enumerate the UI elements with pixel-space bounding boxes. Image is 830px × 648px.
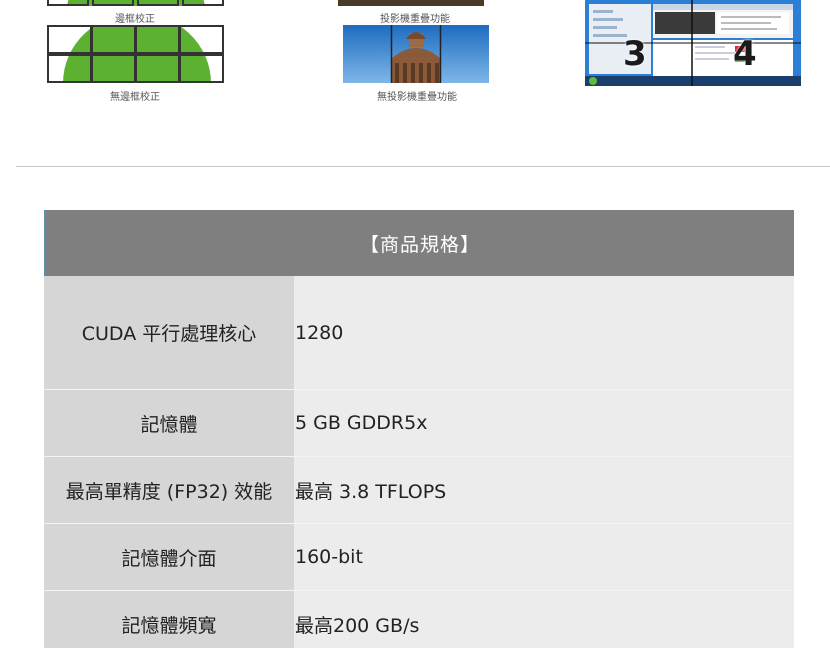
multi-screen-desktop-image: 3 4 bbox=[585, 0, 801, 86]
spec-label: 記憶體 bbox=[44, 390, 294, 456]
screen-number-4: 4 bbox=[733, 34, 757, 74]
spec-label: 記憶體頻寬 bbox=[44, 591, 294, 648]
spec-row-memory: 記憶體 5 GB GDDR5x bbox=[44, 389, 794, 456]
spec-row-fp32-performance: 最高單精度 (FP32) 效能 最高 3.8 TFLOPS bbox=[44, 456, 794, 523]
no-bezel-correction-caption: 無邊框校正 bbox=[110, 92, 160, 103]
spec-value: 最高200 GB/s bbox=[294, 591, 794, 648]
spec-label: 記憶體介面 bbox=[44, 524, 294, 590]
spec-value: 160-bit bbox=[294, 524, 794, 590]
projector-overlap-image bbox=[338, 0, 484, 6]
projector-overlap-caption: 投影機重疊功能 bbox=[380, 14, 450, 25]
spec-value: 5 GB GDDR5x bbox=[294, 390, 794, 456]
feature-illustrations: 邊框校正 無邊框校正 投影機重疊功能 無投影機重疊功能 3 4 bbox=[0, 0, 830, 120]
spec-value: 1280 bbox=[294, 276, 794, 389]
spec-label: CUDA 平行處理核心 bbox=[44, 276, 294, 389]
spec-label: 最高單精度 (FP32) 效能 bbox=[44, 457, 294, 523]
bezel-correction-image bbox=[47, 0, 225, 6]
spec-row-memory-interface: 記憶體介面 160-bit bbox=[44, 523, 794, 590]
spec-row-cuda-cores: CUDA 平行處理核心 1280 bbox=[44, 276, 794, 389]
bezel-correction-caption: 邊框校正 bbox=[115, 14, 155, 25]
spec-table: 【商品規格】 CUDA 平行處理核心 1280 記憶體 5 GB GDDR5x … bbox=[44, 210, 794, 648]
spec-row-memory-bandwidth: 記憶體頻寬 最高200 GB/s bbox=[44, 590, 794, 648]
screen-number-3: 3 bbox=[623, 34, 647, 74]
no-bezel-correction-image bbox=[47, 25, 225, 83]
section-divider bbox=[16, 166, 830, 167]
spec-value: 最高 3.8 TFLOPS bbox=[294, 457, 794, 523]
no-projector-overlap-image bbox=[343, 25, 489, 83]
spec-table-header: 【商品規格】 bbox=[44, 210, 794, 276]
no-projector-overlap-caption: 無投影機重疊功能 bbox=[377, 92, 457, 103]
